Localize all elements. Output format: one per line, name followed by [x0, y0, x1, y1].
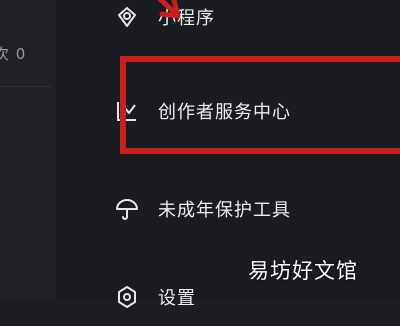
highlight-box	[120, 56, 400, 154]
umbrella-icon	[114, 196, 140, 222]
menu-item-mini-program[interactable]: 小程序	[56, 0, 400, 46]
menu-item-settings-label: 设置	[158, 288, 196, 309]
settings-gear-icon	[114, 284, 140, 310]
left-divider	[0, 86, 52, 87]
menu-item-minor-protection[interactable]: 未成年保护工具	[56, 180, 400, 238]
left-pane: 次 0	[0, 0, 56, 300]
mini-program-icon	[114, 4, 140, 30]
watermark: 易坊好文馆	[248, 252, 358, 288]
pointer-arrow-icon	[157, 0, 181, 19]
left-count-text: 次 0	[0, 45, 27, 63]
menu-item-minor-protection-label: 未成年保护工具	[158, 200, 291, 221]
watermark-text: 易坊好文馆	[248, 259, 358, 283]
